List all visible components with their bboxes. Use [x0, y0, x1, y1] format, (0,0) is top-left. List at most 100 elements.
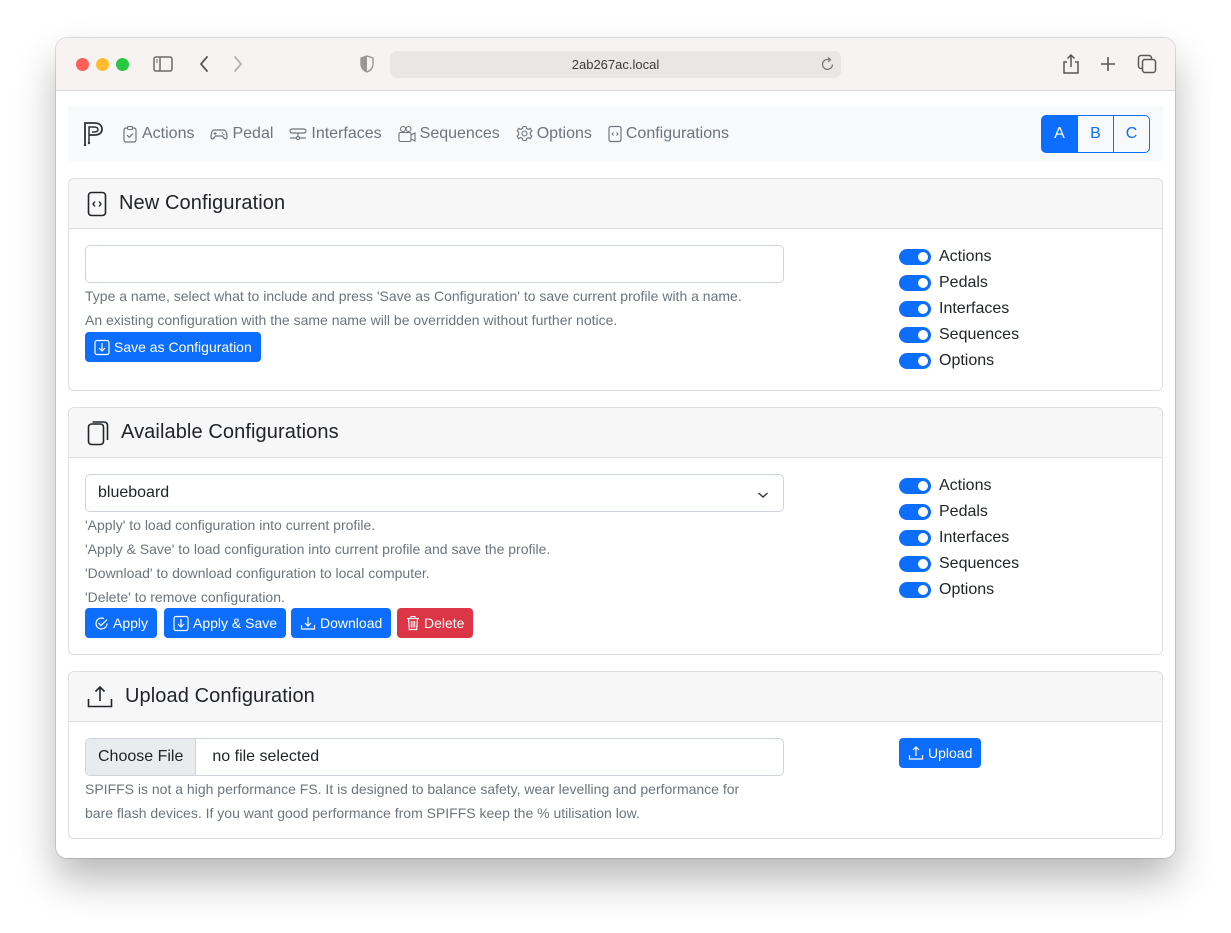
nav-link-pedal[interactable]: Pedal — [210, 125, 273, 143]
switch-options[interactable]: Options — [899, 577, 1019, 603]
save-icon — [173, 615, 189, 631]
switch-sequences[interactable]: Sequences — [899, 322, 1019, 348]
help-text: SPIFFS is not a high performance FS. It … — [85, 781, 740, 797]
save-as-configuration-button[interactable]: Save as Configuration — [85, 332, 261, 362]
card-title: Upload Configuration — [125, 685, 315, 707]
toggle-switch[interactable] — [899, 582, 931, 598]
toggle-switch[interactable] — [899, 556, 931, 572]
button-label: Apply — [113, 615, 149, 631]
check-circle-icon — [95, 616, 108, 630]
switch-label: Pedals — [939, 274, 988, 291]
configuration-name-input[interactable] — [85, 245, 784, 283]
trash-icon — [407, 615, 419, 631]
interfaces-icon — [289, 127, 307, 140]
card-title: New Configuration — [119, 192, 286, 214]
help-text: Type a name, select what to include and … — [85, 288, 742, 304]
help-text: bare flash devices. If you want good per… — [85, 805, 640, 821]
camera-reels-icon — [398, 125, 416, 142]
nav-link-label: Pedal — [232, 124, 274, 142]
upload-icon — [908, 746, 924, 760]
toggle-switch[interactable] — [899, 478, 931, 494]
toggle-switch[interactable] — [899, 327, 931, 343]
help-text: 'Download' to download configuration to … — [85, 565, 430, 581]
profile-selector: A B C — [1041, 115, 1150, 153]
available-configurations-card: Available Configurations blueboard 'Appl… — [68, 407, 1163, 655]
page-content: Actions Pedal Interfaces Sequences Optio… — [56, 92, 1175, 858]
nav-link-actions[interactable]: Actions — [122, 125, 194, 143]
url-text: 2ab267ac.local — [571, 57, 660, 72]
switch-label: Actions — [939, 477, 992, 494]
switch-pedals[interactable]: Pedals — [899, 270, 1019, 296]
switch-actions[interactable]: Actions — [899, 244, 1019, 270]
switch-options[interactable]: Options — [899, 348, 1019, 374]
clipboard-check-icon — [123, 125, 137, 143]
address-bar[interactable]: 2ab267ac.local — [390, 51, 841, 78]
help-text: 'Apply & Save' to load configuration int… — [85, 541, 551, 557]
button-label: Delete — [424, 615, 465, 631]
switch-sequences[interactable]: Sequences — [899, 551, 1019, 577]
button-label: Upload — [928, 745, 973, 761]
upload-icon — [87, 685, 113, 707]
button-label: Download — [320, 615, 383, 631]
apply-and-save-button[interactable]: Apply & Save — [164, 608, 287, 638]
maximize-window-button[interactable] — [116, 58, 129, 71]
close-window-button[interactable] — [76, 58, 89, 71]
selected-configuration: blueboard — [98, 484, 170, 501]
new-configuration-card: New Configuration Type a name, select wh… — [68, 178, 1163, 391]
nav-link-options[interactable]: Options — [516, 125, 592, 143]
card-header: New Configuration — [69, 179, 1162, 229]
file-input[interactable]: Choose File no file selected — [85, 738, 784, 776]
pedal-logo-icon[interactable] — [83, 121, 105, 147]
gear-icon — [516, 125, 533, 142]
nav-link-configurations[interactable]: Configurations — [608, 125, 729, 143]
minimize-window-button[interactable] — [96, 58, 109, 71]
switch-label: Interfaces — [939, 300, 1010, 317]
toggle-switch[interactable] — [899, 504, 931, 520]
share-icon[interactable] — [1062, 53, 1080, 75]
tabs-overview-icon[interactable] — [1137, 53, 1157, 75]
profile-b-button[interactable]: B — [1077, 115, 1114, 153]
switch-label: Options — [939, 352, 995, 369]
reload-icon[interactable] — [821, 56, 835, 75]
toggle-switch[interactable] — [899, 530, 931, 546]
help-text: An existing configuration with the same … — [85, 312, 618, 328]
apply-button[interactable]: Apply — [85, 608, 158, 638]
shield-icon[interactable] — [360, 53, 374, 75]
toggle-switch[interactable] — [899, 275, 931, 291]
toggle-switch[interactable] — [899, 249, 931, 265]
button-label: Save as Configuration — [114, 339, 252, 355]
nav-link-sequences[interactable]: Sequences — [398, 125, 500, 143]
chevron-down-icon — [757, 487, 769, 505]
top-navbar: Actions Pedal Interfaces Sequences Optio… — [68, 106, 1163, 161]
nav-link-label: Sequences — [419, 124, 500, 142]
browser-window: 2ab267ac.local Actions Pedal Interfaces … — [56, 38, 1175, 858]
download-icon — [300, 617, 316, 630]
profile-c-button[interactable]: C — [1113, 115, 1150, 153]
include-switches: Actions Pedals Interfaces Sequences Opti… — [899, 244, 1019, 374]
switch-label: Sequences — [939, 555, 1020, 572]
nav-link-interfaces[interactable]: Interfaces — [289, 124, 382, 143]
back-icon[interactable] — [198, 53, 210, 75]
switch-interfaces[interactable]: Interfaces — [899, 296, 1019, 322]
download-button[interactable]: Download — [291, 608, 392, 638]
switch-pedals[interactable]: Pedals — [899, 499, 1019, 525]
configuration-select[interactable]: blueboard — [85, 474, 784, 512]
switch-interfaces[interactable]: Interfaces — [899, 525, 1019, 551]
forward-icon[interactable] — [232, 53, 244, 75]
toggle-switch[interactable] — [899, 301, 931, 317]
controller-icon — [210, 128, 229, 139]
new-tab-icon[interactable] — [1099, 53, 1117, 75]
profile-a-button[interactable]: A — [1041, 115, 1078, 153]
choose-file-button[interactable]: Choose File — [86, 739, 197, 775]
sidebar-icon[interactable] — [153, 53, 173, 75]
toggle-switch[interactable] — [899, 353, 931, 369]
button-label: Apply & Save — [193, 615, 278, 631]
upload-button[interactable]: Upload — [899, 738, 982, 768]
help-text: 'Apply' to load configuration into curre… — [85, 517, 376, 533]
card-title: Available Configurations — [121, 421, 339, 443]
card-header: Available Configurations — [69, 408, 1162, 458]
delete-button[interactable]: Delete — [397, 608, 474, 638]
include-switches: Actions Pedals Interfaces Sequences Opti… — [899, 473, 1019, 603]
nav-link-label: Interfaces — [311, 124, 382, 142]
switch-actions[interactable]: Actions — [899, 473, 1019, 499]
